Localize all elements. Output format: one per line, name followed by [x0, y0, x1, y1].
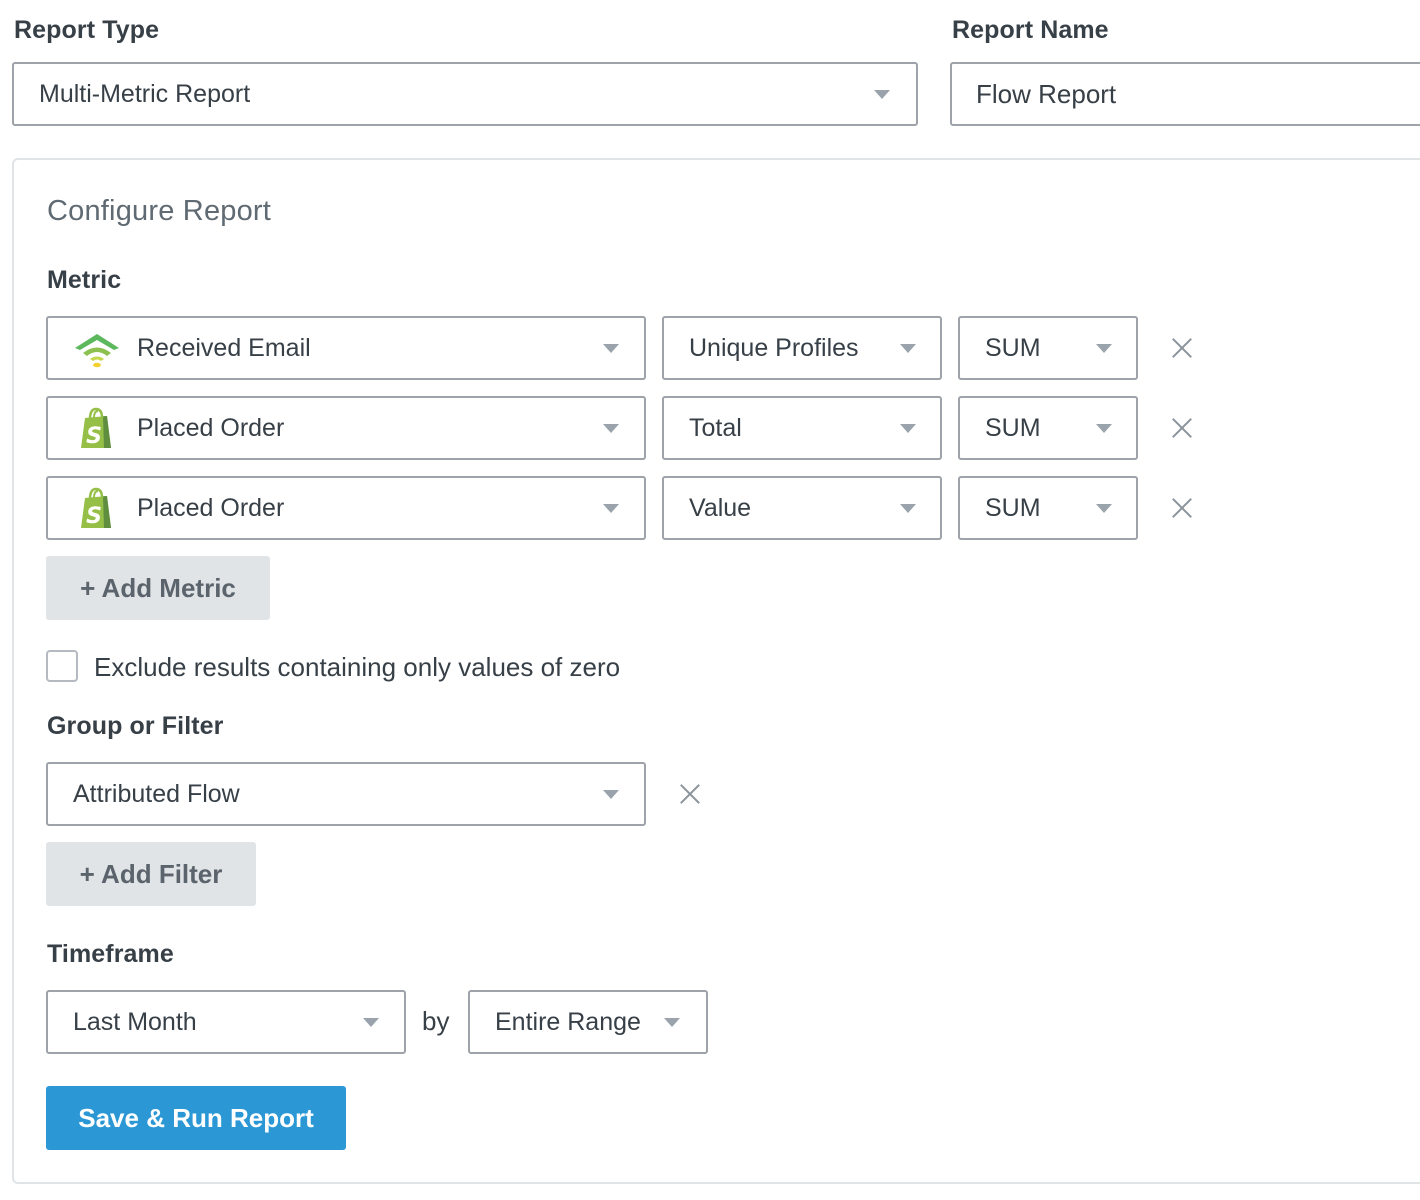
remove-metric-icon[interactable] — [1167, 493, 1197, 523]
metric-measure-select[interactable]: Total — [662, 396, 942, 460]
chevron-down-icon — [603, 424, 619, 433]
remove-metric-icon[interactable] — [1167, 413, 1197, 443]
remove-filter-icon[interactable] — [675, 779, 705, 809]
chevron-down-icon — [900, 424, 916, 433]
group-filter-label: Group or Filter — [47, 712, 224, 740]
metric-event-select[interactable]: S Placed Order — [46, 476, 646, 540]
metric-aggregation-select[interactable]: SUM — [958, 476, 1138, 540]
remove-metric-icon[interactable] — [1167, 333, 1197, 363]
exclude-zero-label: Exclude results containing only values o… — [94, 652, 621, 682]
chevron-down-icon — [603, 504, 619, 513]
metric-aggregation-value: SUM — [985, 333, 1041, 362]
group-filter-select[interactable]: Attributed Flow — [46, 762, 646, 826]
timeframe-label: Timeframe — [47, 940, 174, 968]
configure-report-title: Configure Report — [47, 195, 272, 227]
svg-text:S: S — [86, 424, 102, 449]
metric-measure-value: Value — [689, 493, 752, 522]
metric-event-select[interactable]: S Placed Order — [46, 396, 646, 460]
metric-measure-select[interactable]: Unique Profiles — [662, 316, 942, 380]
metric-event-value: Placed Order — [137, 493, 285, 522]
exclude-zero-checkbox[interactable] — [46, 650, 78, 682]
shopify-icon: S — [72, 407, 122, 449]
metric-aggregation-select[interactable]: SUM — [958, 316, 1138, 380]
timeframe-value: Last Month — [73, 1007, 197, 1036]
report-type-value: Multi-Metric Report — [39, 79, 251, 108]
metric-event-value: Placed Order — [137, 413, 285, 442]
report-type-select[interactable]: Multi-Metric Report — [12, 62, 918, 126]
timeframe-select[interactable]: Last Month — [46, 990, 406, 1054]
metric-measure-value: Unique Profiles — [689, 333, 859, 362]
by-label: by — [422, 1006, 450, 1036]
add-metric-button[interactable]: + Add Metric — [46, 556, 270, 620]
chevron-down-icon — [603, 790, 619, 799]
metric-aggregation-select[interactable]: SUM — [958, 396, 1138, 460]
group-filter-value: Attributed Flow — [73, 779, 240, 808]
svg-text:S: S — [86, 504, 102, 529]
metric-event-value: Received Email — [137, 333, 311, 362]
chevron-down-icon — [900, 344, 916, 353]
range-value: Entire Range — [495, 1007, 641, 1036]
received-email-icon — [72, 328, 122, 368]
report-name-input[interactable] — [950, 62, 1420, 126]
metric-measure-select[interactable]: Value — [662, 476, 942, 540]
chevron-down-icon — [1096, 424, 1112, 433]
save-run-report-button[interactable]: Save & Run Report — [46, 1086, 346, 1150]
metric-aggregation-value: SUM — [985, 493, 1041, 522]
metric-measure-value: Total — [689, 413, 742, 442]
metric-label: Metric — [47, 266, 122, 294]
chevron-down-icon — [874, 90, 890, 99]
chevron-down-icon — [900, 504, 916, 513]
report-name-label: Report Name — [952, 16, 1109, 44]
chevron-down-icon — [664, 1018, 680, 1027]
shopify-icon: S — [72, 487, 122, 529]
chevron-down-icon — [1096, 344, 1112, 353]
chevron-down-icon — [603, 344, 619, 353]
metric-aggregation-value: SUM — [985, 413, 1041, 442]
range-select[interactable]: Entire Range — [468, 990, 708, 1054]
metric-event-select[interactable]: Received Email — [46, 316, 646, 380]
report-type-label: Report Type — [14, 16, 160, 44]
chevron-down-icon — [363, 1018, 379, 1027]
chevron-down-icon — [1096, 504, 1112, 513]
add-filter-button[interactable]: + Add Filter — [46, 842, 256, 906]
